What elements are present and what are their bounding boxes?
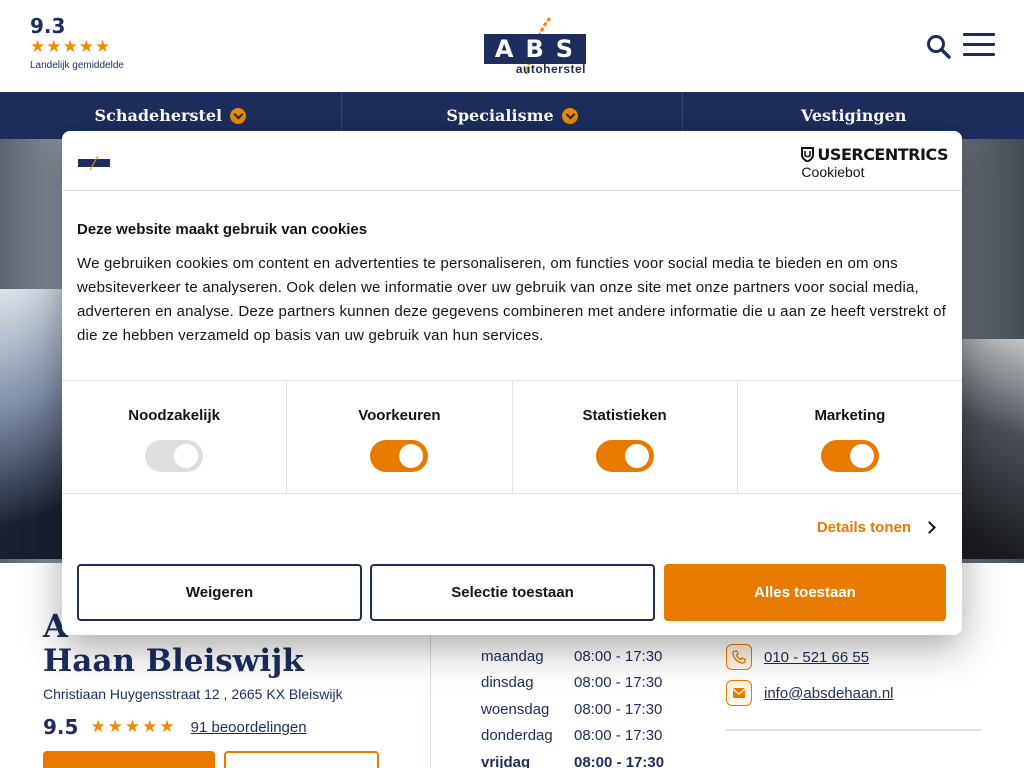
rating-stars: ★★★★★ [30,37,112,56]
hours-row: maandag 08:00 - 17:30 [481,643,664,670]
logo-wordmark: ABS [484,34,586,64]
nav-label: Vestigingen [800,106,907,125]
hours-row-today: vrijdag 08:00 - 17:30 [481,749,664,768]
toggle-preferences: Voorkeuren [287,381,513,493]
chevron-down-icon [561,107,578,124]
location-rating-score: 9.5 [43,715,79,739]
contact-email-row: info@absdehaan.nl [726,675,982,711]
hours-row: woensdag 08:00 - 17:30 [481,696,664,723]
chevron-down-icon [230,107,247,124]
abs-logo[interactable]: ABS autoherstel [484,16,586,76]
contact-phone-row: 010 - 521 66 55 [726,639,982,675]
hours-time: 08:00 - 17:30 [574,647,663,665]
details-toggle-link[interactable]: Details tonen [816,519,936,536]
hours-day: vrijdag [481,753,531,768]
location-title-line2: Haan Bleiswijk [43,643,304,679]
phone-icon [726,644,752,670]
toggle-marketing: Marketing [738,381,962,493]
nav-label: Schadeherstel [94,106,223,125]
rating-label: Landelijk gemiddelde [30,60,124,71]
details-row: Details tonen [62,494,962,564]
cookie-consent-dialog: USERCENTRICS Cookiebot Deze website maak… [62,131,962,635]
menu-button[interactable] [963,33,995,59]
hero-car-right [954,339,1024,559]
toggle-statistics: Statistieken [513,381,738,493]
national-rating: 9.3 ★★★★★ Landelijk gemiddelde [30,14,124,71]
opening-hours: maandag 08:00 - 17:30 dinsdag 08:00 - 17… [481,643,664,768]
usercentrics-logo[interactable]: USERCENTRICS Cookiebot [801,145,948,180]
necessary-switch [145,440,204,472]
toggle-label: Noodzakelijk [128,407,220,424]
location-primary-button[interactable] [43,751,215,768]
usercentrics-label: USERCENTRICS [817,145,948,164]
logo-subtitle: autoherstel [515,62,586,76]
location-rating: 9.5 ★★★★★ 91 beoordelingen [43,715,307,739]
hours-row: donderdag 08:00 - 17:30 [481,723,664,750]
preferences-switch[interactable] [370,440,429,472]
abs-logo-small [78,156,110,170]
dialog-title: Deze website maakt gebruik van cookies [77,221,368,238]
dialog-buttons: Weigeren Selectie toestaan Alles toestaa… [77,564,946,621]
contact-divider [726,729,982,731]
hours-day: maandag [481,647,544,665]
mail-icon [726,680,752,706]
statistics-switch[interactable] [595,440,654,472]
hours-day: donderdag [481,727,553,745]
hours-time: 08:00 - 17:30 [574,753,665,768]
marketing-switch[interactable] [820,440,879,472]
search-button[interactable] [926,34,952,60]
reviews-link[interactable]: 91 beoordelingen [191,719,307,736]
phone-link[interactable]: 010 - 521 66 55 [764,649,869,666]
allow-all-button[interactable]: Alles toestaan [664,564,946,621]
location-secondary-button[interactable] [224,751,379,768]
location-address: Christiaan Huygensstraat 12 , 2665 KX Bl… [43,686,343,702]
hours-time: 08:00 - 17:30 [574,727,663,745]
dialog-text: We gebruiken cookies om content en adver… [77,255,947,344]
email-link[interactable]: info@absdehaan.nl [764,685,894,702]
reject-button[interactable]: Weigeren [77,564,362,621]
toggle-label: Statistieken [582,407,667,424]
hours-time: 08:00 - 17:30 [574,674,663,692]
rating-score: 9.3 [30,14,66,38]
toggle-necessary: Noodzakelijk [62,381,288,493]
site-header: 9.3 ★★★★★ Landelijk gemiddelde ABS autoh… [0,0,1024,92]
hours-day: woensdag [481,700,550,718]
nav-label: Specialisme [446,106,554,125]
hours-time: 08:00 - 17:30 [574,700,663,718]
details-label: Details tonen [816,519,911,536]
hours-day: dinsdag [481,674,534,692]
consent-toggles: Noodzakelijk Voorkeuren Statistieken Mar… [62,381,962,494]
hours-row: dinsdag 08:00 - 17:30 [481,670,664,697]
shield-icon [801,147,815,162]
allow-selection-button[interactable]: Selectie toestaan [370,564,655,621]
search-icon [927,35,951,59]
hamburger-icon [963,33,995,36]
toggle-label: Voorkeuren [358,407,441,424]
dialog-body: Deze website maakt gebruik van cookies W… [62,191,962,381]
location-rating-stars: ★★★★★ [90,717,177,736]
contact-info: 010 - 521 66 55 info@absdehaan.nl [726,639,982,731]
cookiebot-label: Cookiebot [801,164,865,180]
toggle-label: Marketing [814,407,886,424]
chevron-right-icon [923,521,936,534]
dialog-header: USERCENTRICS Cookiebot [62,131,962,191]
